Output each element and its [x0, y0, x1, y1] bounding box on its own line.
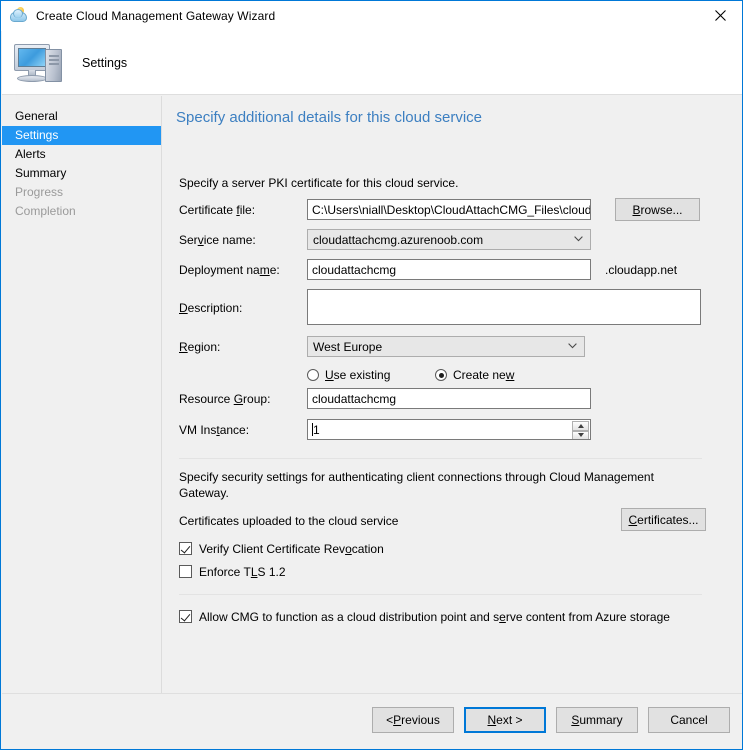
description-row: Description:	[179, 289, 724, 336]
browse-button[interactable]: Browse...	[615, 198, 700, 221]
divider-distribution	[179, 594, 702, 595]
vm-instance-stepper[interactable]: 1	[307, 419, 591, 440]
cloudapp-suffix-label: .cloudapp.net	[605, 263, 678, 277]
certificates-uploaded-row: Certificates uploaded to the cloud servi…	[179, 508, 724, 536]
wizard-content: Specify additional details for this clou…	[162, 96, 742, 694]
summary-button[interactable]: Summary	[556, 707, 638, 733]
checkbox-cloud-distribution-point-label: Allow CMG to function as a cloud distrib…	[199, 609, 670, 624]
checkbox-verify-revocation-label: Verify Client Certificate Revocation	[199, 541, 384, 556]
deployment-name-row: Deployment name: cloudattachcmg .cloudap…	[179, 259, 724, 289]
vm-instance-value: 1	[313, 423, 320, 437]
computer-icon	[14, 40, 68, 86]
wizard-window: Create Cloud Management Gateway Wizard S…	[0, 0, 743, 750]
deployment-name-input[interactable]: cloudattachcmg	[307, 259, 591, 280]
wizard-step-nav: General Settings Alerts Summary Progress…	[2, 96, 162, 694]
cloud-sun-icon	[10, 7, 28, 25]
next-button[interactable]: Next >	[464, 707, 546, 733]
sidebar-item-completion: Completion	[15, 204, 76, 218]
wizard-footer: < Previous Next > Summary Cancel	[2, 693, 742, 748]
service-name-value: cloudattachcmg.azurenoob.com	[313, 233, 484, 247]
certificate-file-row: Certificate file: C:\Users\niall\Desktop…	[179, 198, 724, 229]
description-label: Description:	[179, 301, 243, 315]
chevron-down-icon	[574, 236, 583, 242]
certificates-uploaded-label: Certificates uploaded to the cloud servi…	[179, 514, 399, 528]
page-title: Specify additional details for this clou…	[176, 109, 482, 126]
sidebar-item-summary[interactable]: Summary	[2, 164, 161, 183]
description-input[interactable]	[307, 289, 701, 325]
vm-instance-label: VM Instance:	[179, 423, 250, 437]
intro-text: Specify a server PKI certificate for thi…	[179, 176, 459, 190]
chevron-down-icon	[568, 343, 577, 349]
sidebar-item-progress: Progress	[15, 185, 64, 199]
radio-use-existing-label: Use existing	[325, 368, 391, 382]
region-label: Region:	[179, 340, 221, 354]
wizard-header: Settings	[2, 31, 742, 95]
service-name-dropdown[interactable]: cloudattachcmg.azurenoob.com	[307, 229, 591, 250]
footer-buttons: < Previous Next > Summary Cancel	[372, 707, 730, 733]
resource-group-input[interactable]: cloudattachcmg	[307, 388, 591, 409]
vm-instance-row: VM Instance: 1	[179, 419, 724, 452]
radio-indicator	[307, 369, 319, 381]
resource-group-row: Resource Group: cloudattachcmg	[179, 388, 724, 419]
sidebar-item-general[interactable]: General	[2, 107, 161, 126]
checkbox-indicator	[179, 565, 192, 578]
spinner-buttons[interactable]	[572, 421, 589, 439]
divider-security	[179, 458, 702, 459]
radio-create-new-label: Create new	[453, 368, 515, 382]
previous-button[interactable]: < Previous	[372, 707, 454, 733]
region-value: West Europe	[313, 340, 383, 354]
radio-create-new[interactable]: Create new	[435, 368, 514, 382]
certificates-button[interactable]: Certificates...	[621, 508, 706, 531]
radio-use-existing[interactable]: Use existing	[307, 368, 435, 382]
title-bar: Create Cloud Management Gateway Wizard	[1, 1, 742, 31]
checkbox-indicator	[179, 610, 192, 623]
resource-group-label: Resource Group:	[179, 392, 271, 406]
region-row: Region: West Europe	[179, 336, 724, 362]
checkbox-enforce-tls-label: Enforce TLS 1.2	[199, 564, 286, 579]
radio-indicator	[435, 369, 447, 381]
certificate-file-label: Certificate file:	[179, 203, 256, 217]
checkbox-verify-revocation[interactable]: Verify Client Certificate Revocation	[179, 538, 724, 559]
cancel-button[interactable]: Cancel	[648, 707, 730, 733]
checkbox-enforce-tls[interactable]: Enforce TLS 1.2	[179, 561, 724, 582]
wizard-body: General Settings Alerts Summary Progress…	[2, 96, 742, 694]
resource-group-mode-row: Use existing Create new	[179, 362, 724, 388]
deployment-name-label: Deployment name:	[179, 263, 280, 277]
spinner-up-icon[interactable]	[572, 421, 589, 431]
header-title: Settings	[82, 55, 128, 70]
service-name-row: Service name: cloudattachcmg.azurenoob.c…	[179, 229, 724, 259]
checkbox-cloud-distribution-point[interactable]: Allow CMG to function as a cloud distrib…	[179, 606, 724, 627]
window-title: Create Cloud Management Gateway Wizard	[36, 9, 276, 23]
spinner-down-icon[interactable]	[572, 430, 589, 439]
sidebar-item-alerts[interactable]: Alerts	[2, 145, 161, 164]
security-description: Specify security settings for authentica…	[179, 470, 654, 500]
region-dropdown[interactable]: West Europe	[307, 336, 585, 357]
settings-form: Certificate file: C:\Users\niall\Desktop…	[179, 198, 724, 627]
service-name-label: Service name:	[179, 233, 256, 247]
checkbox-indicator	[179, 542, 192, 555]
close-icon[interactable]	[698, 1, 742, 30]
certificate-file-input[interactable]: C:\Users\niall\Desktop\CloudAttachCMG_Fi…	[307, 199, 591, 220]
sidebar-item-settings[interactable]: Settings	[2, 126, 161, 145]
